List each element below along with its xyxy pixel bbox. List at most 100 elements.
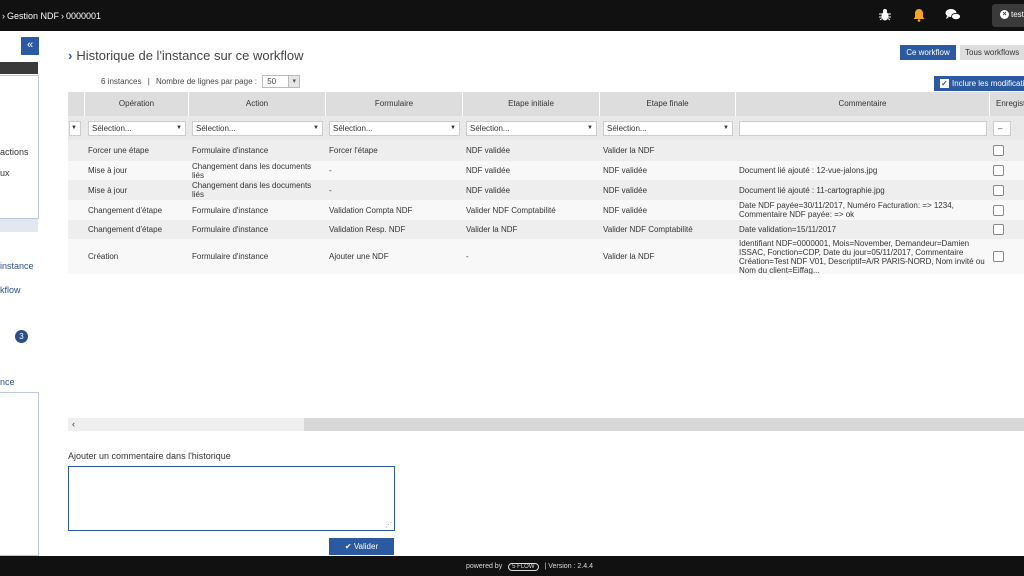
caret-down-icon: ▼ — [587, 125, 593, 131]
sidebar-item-instance[interactable]: instance — [0, 261, 36, 271]
column-header-enregistrer[interactable]: Enregistrer — [990, 92, 1024, 116]
breadcrumb-item-instance: 0000001 — [66, 10, 102, 21]
chevron-right-icon: › — [2, 10, 5, 21]
filter-placeholder: Sélection... — [196, 124, 236, 133]
cell-etape-finale: NDF validée — [603, 185, 648, 195]
5flow-logo: 5 FLOW — [508, 563, 539, 571]
footer: powered by 5 FLOW | Version : 2.4.4 — [0, 556, 1024, 576]
row-save-checkbox[interactable] — [993, 205, 1004, 216]
collapse-sidebar-button[interactable]: « — [21, 37, 39, 55]
table-row[interactable]: Mise à jour Changement dans les documents… — [68, 161, 1024, 180]
comment-label: Ajouter un commentaire dans l'historique — [68, 451, 231, 461]
row-save-checkbox[interactable] — [993, 165, 1004, 176]
cell-etape-finale: Valider la NDF — [603, 146, 655, 155]
double-chevron-left-icon: « — [26, 39, 34, 51]
page-title-text: Historique de l'instance sur ce workflow — [76, 48, 304, 63]
cell-formulaire: - — [329, 185, 332, 195]
row-save-checkbox[interactable] — [993, 251, 1004, 262]
ce-workflow-button[interactable]: Ce workflow — [900, 45, 956, 60]
chevron-right-icon: › — [68, 48, 73, 63]
row-save-checkbox[interactable] — [993, 145, 1004, 156]
sidebar-panel-bottom — [0, 392, 39, 556]
table-row[interactable]: Forcer une étape Formulaire d'instance For… — [68, 140, 1024, 161]
column-header-action[interactable]: Action — [189, 92, 326, 116]
column-header-etape-finale[interactable]: Etape finale — [600, 92, 736, 116]
cell-etape-finale: Valider NDF Comptabilité — [603, 225, 693, 234]
cell-formulaire: Validation Compta NDF — [329, 205, 413, 215]
cell-operation: Mise à jour — [88, 166, 128, 175]
close-circle-icon: × — [1000, 10, 1009, 20]
resize-grip-icon[interactable]: ⋰ — [385, 521, 392, 529]
powered-by-text: powered by — [466, 563, 503, 570]
cell-action: Formulaire d'instance — [192, 225, 269, 234]
filter-placeholder: Sélection... — [607, 124, 647, 133]
comment-textarea[interactable]: ⋰ — [68, 466, 395, 531]
caret-down-icon: ▼ — [71, 125, 77, 131]
sidebar-item-actions[interactable]: actions — [0, 147, 36, 157]
column-header-etape-initiale[interactable]: Etape initiale — [463, 92, 600, 116]
horizontal-scrollbar[interactable]: ‹ — [68, 418, 1024, 431]
cell-etape-initiale: NDF validée — [466, 146, 511, 155]
sidebar-badge: 3 — [15, 330, 28, 343]
include-changes-label: Inclure les modifications — [952, 79, 1024, 88]
user-menu-button[interactable]: × test — [992, 4, 1024, 27]
caret-down-icon: ▼ — [723, 125, 729, 131]
breadcrumb-item-app[interactable]: Gestion NDF — [7, 11, 59, 21]
include-changes-toggle[interactable]: ✓Inclure les modifications — [934, 76, 1024, 91]
cell-operation: Forcer une étape — [88, 146, 149, 155]
rows-per-page-select[interactable]: 50 ▾ — [262, 75, 301, 88]
cell-etape-finale: Valider la NDF — [603, 252, 655, 261]
bell-icon[interactable] — [912, 8, 926, 24]
cell-action: Formulaire d'instance — [192, 252, 269, 261]
sidebar-item-nce[interactable]: nce — [0, 377, 36, 387]
row-save-checkbox[interactable] — [993, 185, 1004, 196]
filter-input-commentaire[interactable] — [739, 121, 987, 136]
caret-down-icon: ▼ — [450, 125, 456, 131]
cell-etape-initiale: Valider NDF Comptabilité — [466, 205, 556, 215]
version-text: Version : 2.4.4 — [548, 563, 593, 570]
filter-row: ▼ Sélection... ▼ Sélection... ▼ Sélection.… — [68, 116, 1024, 140]
scrollbar-thumb[interactable] — [68, 418, 304, 431]
filter-select-etape-finale[interactable]: Sélection... ▼ — [603, 121, 733, 136]
cell-etape-initiale: - — [466, 252, 469, 261]
cell-commentaire: Document lié ajouté : 12-vue-jalons.jpg — [739, 166, 878, 175]
filter-select-formulaire[interactable]: Sélection... ▼ — [329, 121, 460, 136]
rows-per-page-label: Nombre de lignes par page : — [156, 77, 257, 86]
cell-operation: Changement d'étape — [88, 205, 163, 215]
filter-select-enregistrer[interactable]: – — [993, 121, 1011, 136]
top-bar: › Gestion NDF › 0000001 × test — [0, 0, 1024, 31]
sidebar-dark-band — [0, 62, 38, 74]
cell-commentaire: Document lié ajouté : 11-cartographie.jp… — [739, 185, 885, 195]
table-row[interactable]: Changement d'étape Formulaire d'instance V… — [68, 200, 1024, 220]
valider-button[interactable]: ✔ Valider — [329, 538, 394, 555]
column-header-operation[interactable]: Opération — [85, 92, 189, 116]
filter-select-etape-initiale[interactable]: Sélection... ▼ — [466, 121, 597, 136]
table-row[interactable]: Mise à jour Changement dans les documents… — [68, 180, 1024, 200]
cell-etape-finale: NDF validée — [603, 166, 648, 175]
column-header-formulaire[interactable]: Formulaire — [326, 92, 463, 116]
filter-select-first[interactable]: ▼ — [69, 121, 81, 136]
chevron-left-icon[interactable]: ‹ — [72, 419, 75, 429]
row-save-checkbox[interactable] — [993, 224, 1004, 235]
filter-select-operation[interactable]: Sélection... ▼ — [88, 121, 186, 136]
chat-icon[interactable] — [945, 8, 961, 24]
sidebar-item-ux[interactable]: ux — [0, 168, 36, 178]
cell-etape-initiale: NDF validée — [466, 185, 511, 195]
column-header-commentaire[interactable]: Commentaire — [736, 92, 990, 116]
filter-select-action[interactable]: Sélection... ▼ — [192, 121, 323, 136]
cell-etape-finale: NDF validée — [603, 205, 648, 215]
caret-down-icon: ▼ — [176, 125, 182, 131]
rows-per-page-value: 50 — [267, 77, 277, 86]
tous-workflows-button[interactable]: Tous workflows — [960, 45, 1024, 60]
filter-placeholder: Sélection... — [333, 124, 373, 133]
cell-operation: Mise à jour — [88, 185, 128, 195]
bug-icon[interactable] — [878, 8, 892, 24]
check-icon: ✔ — [344, 542, 354, 551]
table-row[interactable]: Changement d'étape Formulaire d'instance V… — [68, 220, 1024, 239]
checkbox-checked-icon: ✓ — [940, 79, 949, 89]
footer-separator: | — [544, 563, 547, 570]
table-row[interactable]: Création Formulaire d'instance Ajouter une… — [68, 239, 1024, 274]
sidebar-band — [0, 219, 38, 232]
sidebar-item-workflow[interactable]: kflow — [0, 285, 36, 295]
table-meta: 6 instances | Nombre de lignes par page … — [101, 75, 301, 88]
